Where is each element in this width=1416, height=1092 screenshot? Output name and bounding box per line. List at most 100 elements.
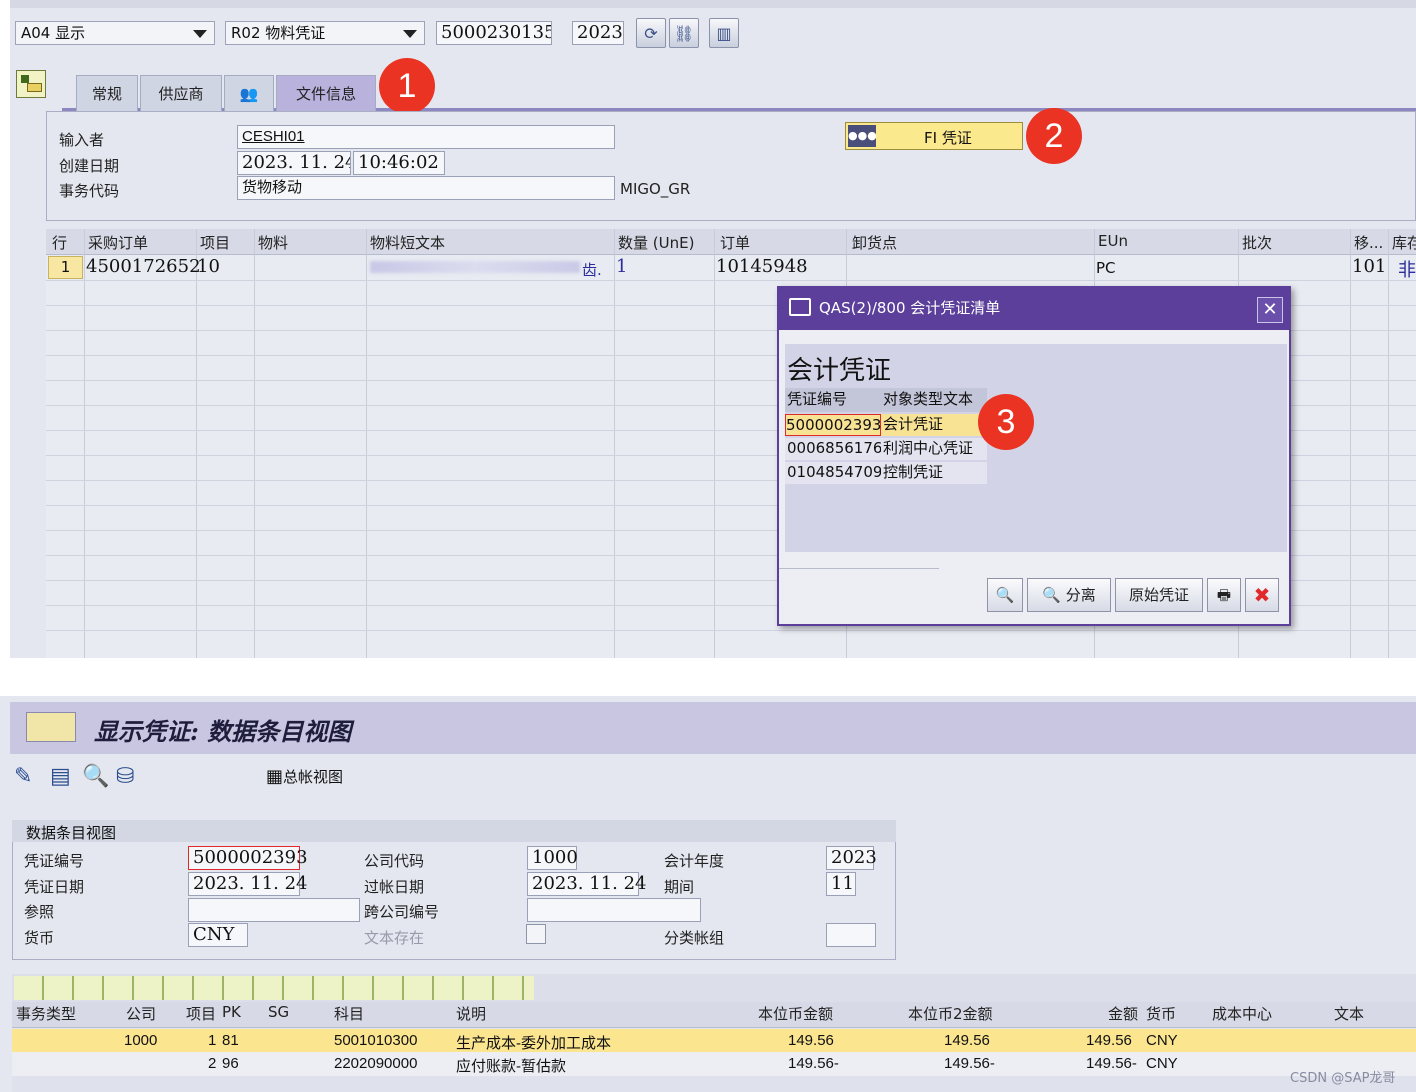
doc-date-label: 凭证日期 <box>24 878 85 896</box>
period-field[interactable]: 11 <box>826 872 856 896</box>
action-select-value: A04 显示 <box>21 24 86 42</box>
col-pk: PK <box>222 1003 241 1021</box>
doc-type-select[interactable]: R02 物料凭证 <box>225 21 425 45</box>
columns-icon[interactable]: ▥ <box>709 18 739 48</box>
gl-view-button[interactable]: ▦总帐视图 <box>266 766 343 787</box>
tab-partners[interactable]: 👥 <box>224 75 274 111</box>
tab-general[interactable]: 常规 <box>76 75 138 111</box>
col-short-text: 物料短文本 <box>370 234 446 252</box>
cell-pk: 81 <box>222 1032 239 1049</box>
tree-icon[interactable]: ▤ <box>50 764 71 789</box>
post-date-field[interactable]: 2023. 11. 24 <box>527 872 647 896</box>
dialog-content: 会计凭证 凭证编号 对象类型文本 5000002393 会计凭证 0006856… <box>785 344 1287 552</box>
cross-company-label: 跨公司编号 <box>364 903 440 921</box>
step-badge-3: 3 <box>978 394 1034 450</box>
cell-amount: 149.56- <box>1086 1055 1137 1072</box>
ledger-group-field[interactable] <box>826 923 876 947</box>
partners-icon: 👥 <box>239 85 259 103</box>
cell-desc: 应付账款-暂估款 <box>456 1058 566 1075</box>
period-label: 期间 <box>664 878 695 896</box>
tcode-label: 事务代码 <box>59 182 120 200</box>
tcode-field: 货物移动 <box>237 176 615 200</box>
created-time-field: 10:46:02 <box>353 151 445 175</box>
step-badge-1: 1 <box>379 58 435 114</box>
gl-view-label: 总帐视图 <box>283 768 344 786</box>
cell-item: 2 <box>208 1055 217 1072</box>
col-line: 行 <box>52 234 68 252</box>
cell-account: 2202090000 <box>334 1055 418 1072</box>
cancel-icon[interactable]: ✖ <box>1245 578 1279 612</box>
dialog-row-type[interactable]: 会计凭证 <box>881 414 987 436</box>
dialog-row-doc[interactable]: 0104854709 <box>785 462 882 484</box>
created-date-field: 2023. 11. 24 <box>237 151 351 175</box>
tab-vendor[interactable]: 供应商 <box>140 75 222 111</box>
original-doc-button[interactable]: 原始凭证 <box>1115 578 1203 612</box>
section-bar: 数据条目视图 <box>12 820 896 842</box>
fi-document-button-label: FI 凭证 <box>924 129 972 147</box>
details-icon[interactable]: 🔍 <box>987 578 1023 612</box>
doc-info-box: 输入者 CESHI01 创建日期 2023. 11. 24 10:46:02 事… <box>46 111 1416 221</box>
cell-mvt: 101 <box>1352 256 1387 277</box>
currency-field[interactable]: CNY <box>188 923 248 947</box>
cell-amount: 149.56 <box>1086 1032 1132 1049</box>
cell-lc2-amount: 149.56- <box>944 1055 995 1072</box>
split-button-label: 分离 <box>1065 586 1096 604</box>
col-company: 公司 <box>126 1005 157 1023</box>
doc-number-field[interactable]: 5000230135 <box>436 21 552 45</box>
cell-stock: 非 <box>1398 260 1416 281</box>
text-exists-checkbox[interactable] <box>526 924 546 944</box>
tab-doc-info[interactable]: 文件信息 <box>276 75 376 111</box>
database-icon[interactable]: ⛁ <box>116 764 134 789</box>
row-selector[interactable]: 1 <box>48 256 83 279</box>
alv-toolbar-icons[interactable] <box>14 976 534 1000</box>
split-button[interactable]: 🔍 分离 <box>1027 578 1111 612</box>
dialog-row-doc[interactable]: 0006856176 <box>785 438 882 460</box>
company-field[interactable]: 1000 <box>527 846 578 870</box>
tab-vendor-label: 供应商 <box>158 85 204 103</box>
created-label: 创建日期 <box>59 157 120 175</box>
tcode-code: MIGO_GR <box>620 180 691 198</box>
magnifier-icon[interactable]: 🔍 <box>82 764 109 789</box>
dialog-row-type[interactable]: 利润中心凭证 <box>881 438 987 460</box>
blurred-short-text <box>370 261 580 273</box>
cell-short-text-tail: 齿. <box>582 261 602 279</box>
print-icon[interactable]: 🖶 <box>1207 578 1241 612</box>
ref-field[interactable] <box>188 898 360 922</box>
folder-tree-icon[interactable] <box>16 70 46 98</box>
year-field[interactable]: 2023 <box>572 21 624 45</box>
fy-field[interactable]: 2023 <box>826 846 877 870</box>
cell-lc2-amount: 149.56 <box>944 1032 990 1049</box>
change-icon[interactable]: ✎ <box>14 764 32 789</box>
cell-currency: CNY <box>1146 1032 1178 1049</box>
item-grid-header: 行 采购订单 项目 物料 物料短文本 数量 (UnE) 订单 卸货点 EUn 批… <box>46 229 1416 255</box>
title-bar: 显示凭证: 数据条目视图 <box>10 702 1416 754</box>
cross-company-field[interactable] <box>527 898 701 922</box>
company-label: 公司代码 <box>364 852 425 870</box>
fy-label: 会计年度 <box>664 852 725 870</box>
col-desc: 说明 <box>456 1005 487 1023</box>
col-stock: 库存 <box>1392 234 1416 252</box>
close-icon[interactable]: ✕ <box>1257 297 1283 323</box>
document-menu-icon[interactable] <box>26 712 76 742</box>
dialog-divider <box>779 568 939 569</box>
cell-lc-amount: 149.56 <box>788 1032 834 1049</box>
doc-no-field[interactable]: 5000002393 <box>188 846 308 870</box>
execute-icon[interactable]: ⟳ <box>636 18 666 48</box>
fi-document-button[interactable]: ●●● FI 凭证 <box>845 122 1023 150</box>
action-select[interactable]: A04 显示 <box>15 21 215 45</box>
dialog-row-type[interactable]: 控制凭证 <box>881 462 987 484</box>
col-account: 科目 <box>334 1005 365 1023</box>
dialog-title: QAS(2)/800 会计凭证清单 <box>819 299 1001 317</box>
doc-date-field[interactable]: 2023. 11. 24 <box>188 872 308 896</box>
doc-type-select-value: R02 物料凭证 <box>231 24 326 42</box>
ref-label: 参照 <box>24 903 55 921</box>
watermark: CSDN @SAP龙哥 <box>1290 1071 1396 1086</box>
col-lc2-amount: 本位币2金额 <box>908 1005 993 1023</box>
col-material: 物料 <box>258 234 289 252</box>
col-amount: 金额 <box>1108 1005 1139 1023</box>
cell-item: 1 <box>208 1032 217 1049</box>
cell-pk: 96 <box>222 1055 239 1072</box>
dialog-row-doc[interactable]: 5000002393 <box>785 414 881 436</box>
window-icon <box>789 298 811 316</box>
binoculars-icon[interactable]: ⛓ <box>669 18 699 48</box>
